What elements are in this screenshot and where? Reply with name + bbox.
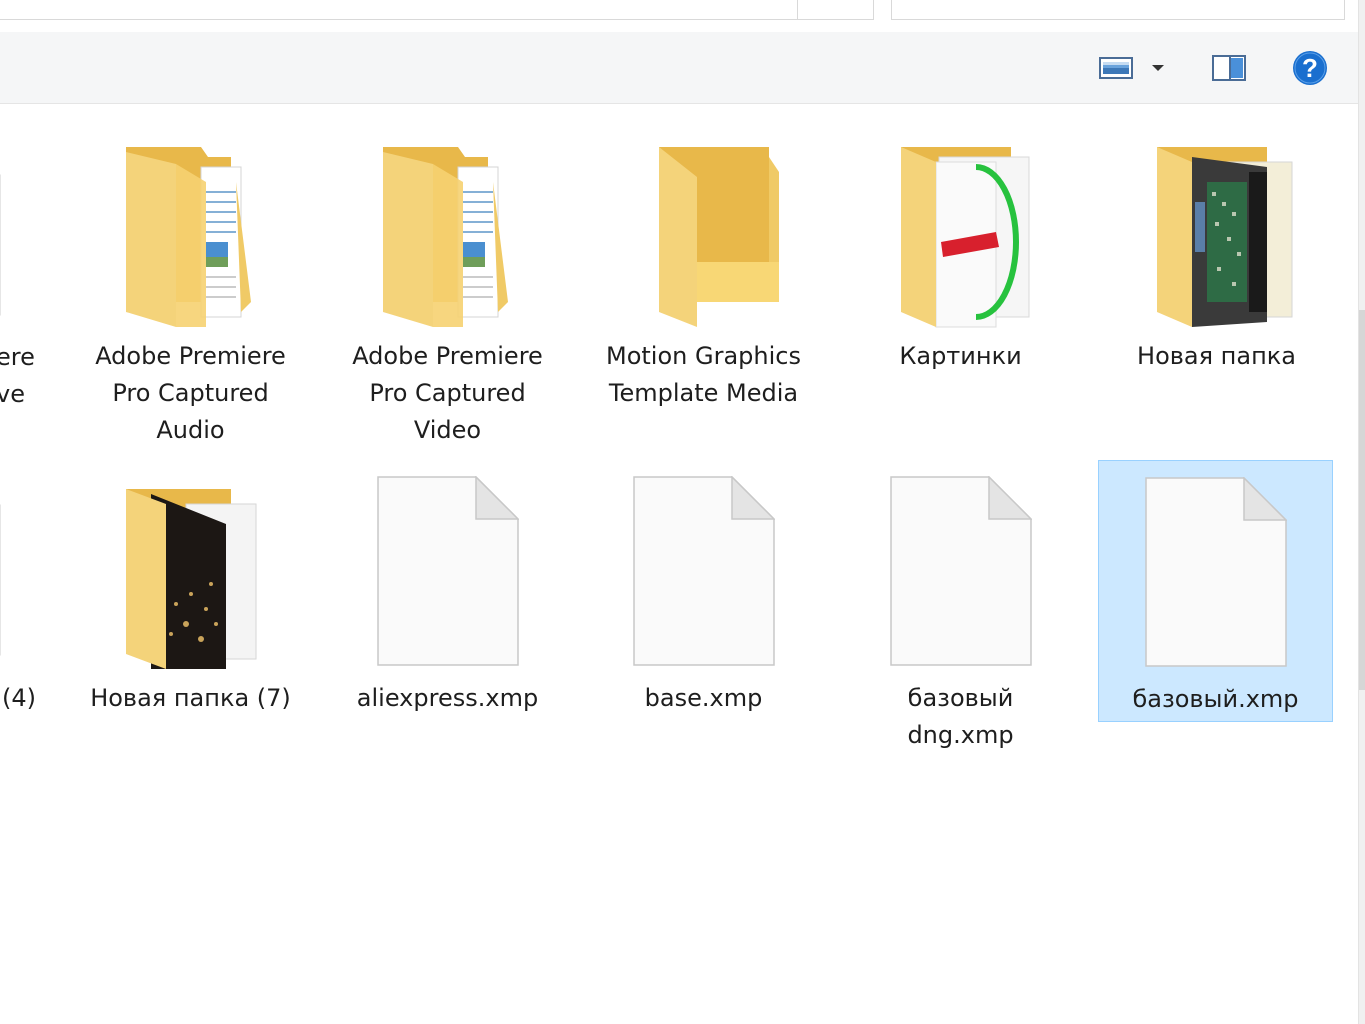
folder-icon (900, 147, 1029, 328)
file-item[interactable]: aliexpress.xmp (330, 470, 565, 730)
item-label: Картинки (899, 342, 1022, 370)
view-options-icon (1099, 56, 1133, 79)
view-dropdown-button[interactable] (1146, 32, 1170, 103)
partial-item-label[interactable]: ere ve (0, 339, 35, 413)
preview-pane-icon (1212, 54, 1246, 81)
file-icon (632, 476, 775, 666)
change-view-button[interactable] (1096, 32, 1136, 103)
folder-item[interactable]: Adobe Premiere Pro Captured Audio (73, 130, 308, 460)
file-icon (376, 476, 519, 666)
folder-icon (658, 147, 779, 327)
item-label: aliexpress.xmp (356, 684, 539, 712)
folder-item[interactable]: Adobe Premiere Pro Captured Video (330, 130, 565, 460)
file-icon (889, 476, 1032, 666)
address-bar-separator (797, 0, 798, 19)
item-label: Motion Graphics Template Media (606, 342, 801, 407)
folder-item[interactable]: Новая папка (7) (73, 470, 308, 730)
chevron-down-icon (1152, 64, 1164, 71)
file-item[interactable]: base.xmp (586, 470, 821, 730)
file-item-selected[interactable]: базовый.xmp (1098, 460, 1333, 722)
folder-icon (125, 489, 256, 669)
search-box[interactable] (891, 0, 1345, 20)
folder-icon (1156, 147, 1292, 327)
folder-item[interactable]: Картинки (843, 130, 1078, 460)
folder-icon (125, 147, 251, 327)
folder-item[interactable]: Motion Graphics Template Media (586, 130, 821, 460)
partial-item-label-2[interactable]: (4) (2, 680, 36, 717)
help-icon: ? (1293, 50, 1327, 85)
partial-folder-icon[interactable] (0, 145, 4, 325)
scrollbar-thumb[interactable] (1359, 310, 1365, 690)
file-icon (1144, 477, 1287, 667)
folder-icon (382, 147, 508, 327)
item-label: базовый.xmp (1132, 685, 1299, 713)
partial-folder-icon-2[interactable] (0, 485, 4, 665)
item-label: Новая папка (1137, 342, 1296, 370)
item-label: Adobe Premiere Pro Captured Video (352, 342, 543, 444)
command-bar: ? (0, 32, 1358, 104)
item-label: Новая папка (7) (90, 684, 291, 712)
svg-text:?: ? (1302, 53, 1318, 83)
file-item[interactable]: базовый dng.xmp (843, 470, 1078, 770)
address-bar[interactable] (0, 0, 874, 20)
item-label: Adobe Premiere Pro Captured Audio (95, 342, 286, 444)
item-label: base.xmp (644, 684, 763, 712)
help-button[interactable]: ? (1286, 32, 1334, 103)
address-search-strip (0, 0, 1365, 32)
folder-item[interactable]: Новая папка (1099, 130, 1334, 460)
item-label: базовый dng.xmp (907, 684, 1014, 749)
preview-pane-button[interactable] (1206, 32, 1252, 103)
